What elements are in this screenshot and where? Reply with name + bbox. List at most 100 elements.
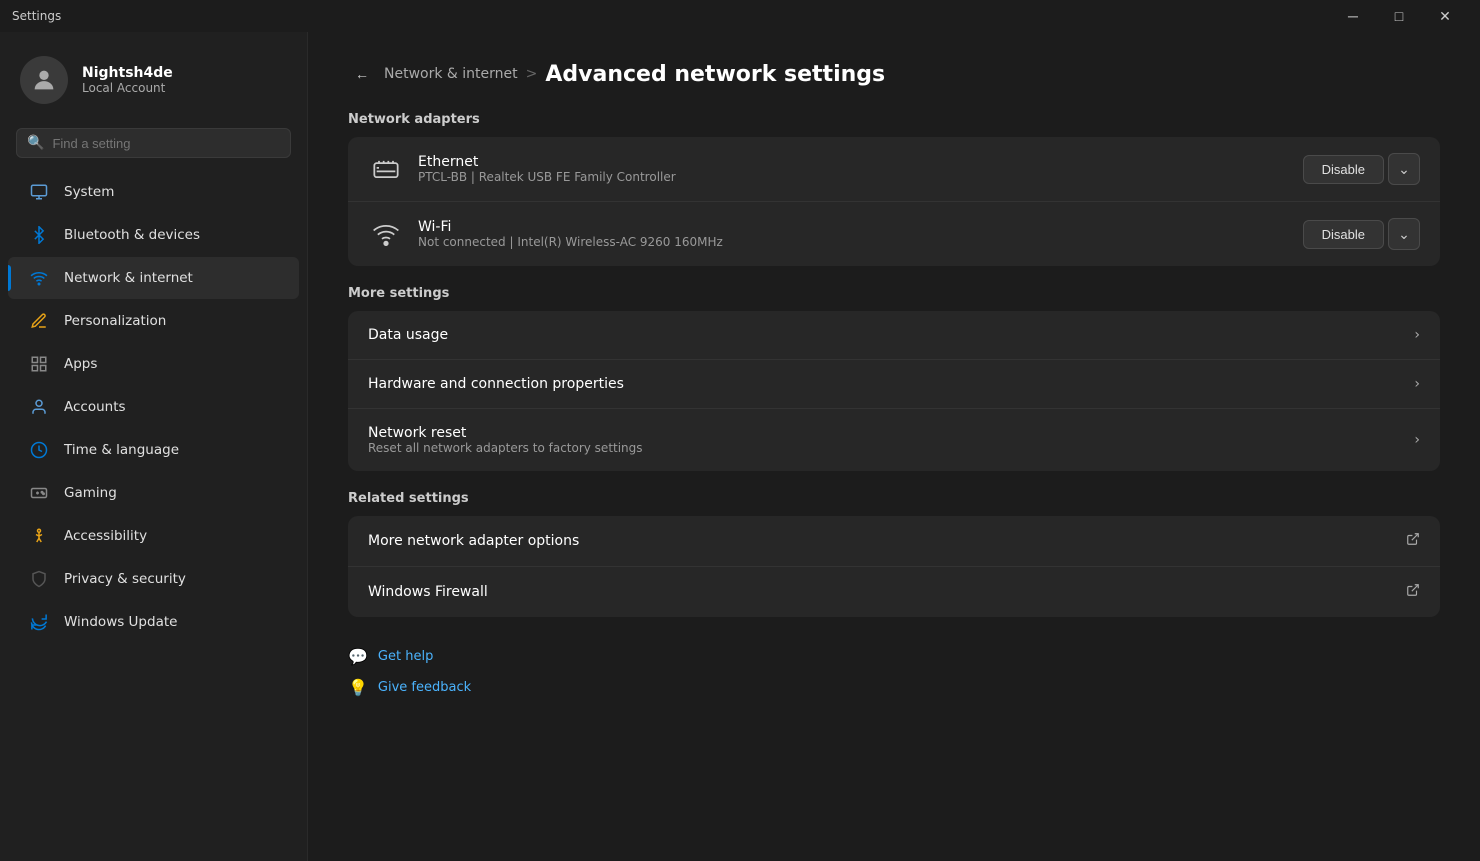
give-feedback-label: Give feedback bbox=[378, 680, 471, 695]
sidebar-item-label-bluetooth: Bluetooth & devices bbox=[64, 227, 200, 243]
breadcrumb-separator: > bbox=[526, 66, 538, 82]
sidebar-item-label-network: Network & internet bbox=[64, 270, 193, 286]
wifi-disable-button[interactable]: Disable bbox=[1303, 220, 1384, 249]
sidebar-item-label-gaming: Gaming bbox=[64, 485, 117, 501]
adapter-row-wifi: Wi-FiNot connected | Intel(R) Wireless-A… bbox=[348, 202, 1440, 266]
sidebar-item-personalization[interactable]: Personalization bbox=[8, 300, 299, 342]
feedback-icon: 💡 bbox=[348, 678, 368, 697]
get-help-label: Get help bbox=[378, 649, 433, 664]
title-bar: Settings ─ □ ✕ bbox=[0, 0, 1480, 32]
main-content: ← Network & internet > Advanced network … bbox=[308, 32, 1480, 861]
ethernet-desc: PTCL-BB | Realtek USB FE Family Controll… bbox=[418, 170, 1303, 184]
settings-row-data-usage[interactable]: Data usage› bbox=[348, 311, 1440, 360]
more-settings-card: Data usage›Hardware and connection prope… bbox=[348, 311, 1440, 471]
sidebar-item-label-personalization: Personalization bbox=[64, 313, 166, 329]
sidebar-item-privacy[interactable]: Privacy & security bbox=[8, 558, 299, 600]
page-title: Advanced network settings bbox=[545, 62, 885, 87]
data-usage-info: Data usage bbox=[368, 327, 1414, 343]
help-icon: 💬 bbox=[348, 647, 368, 666]
settings-row-hardware[interactable]: Hardware and connection properties› bbox=[348, 360, 1440, 409]
more-settings-label: More settings bbox=[348, 286, 1440, 301]
network-reset-arrow-icon: › bbox=[1414, 432, 1420, 448]
avatar bbox=[20, 56, 68, 104]
ethernet-name: Ethernet bbox=[418, 154, 1303, 170]
user-name: Nightsh4de bbox=[82, 65, 173, 81]
close-button[interactable]: ✕ bbox=[1422, 0, 1468, 32]
sidebar-item-apps[interactable]: Apps bbox=[8, 343, 299, 385]
title-bar-controls: ─ □ ✕ bbox=[1330, 0, 1468, 32]
sidebar-item-label-accessibility: Accessibility bbox=[64, 528, 147, 544]
sidebar-item-label-privacy: Privacy & security bbox=[64, 571, 186, 587]
wifi-expand-button[interactable]: ⌄ bbox=[1388, 218, 1420, 250]
wifi-icon bbox=[368, 216, 404, 252]
get-help-link[interactable]: 💬 Get help bbox=[348, 647, 1440, 666]
firewall-external-icon bbox=[1406, 583, 1420, 601]
user-info: Nightsh4de Local Account bbox=[82, 65, 173, 95]
wifi-desc: Not connected | Intel(R) Wireless-AC 926… bbox=[418, 235, 1303, 249]
sidebar-item-label-windows-update: Windows Update bbox=[64, 614, 177, 630]
accounts-icon bbox=[28, 396, 50, 418]
settings-row-network-reset[interactable]: Network resetReset all network adapters … bbox=[348, 409, 1440, 471]
back-button[interactable]: ← bbox=[348, 60, 376, 88]
data-usage-title: Data usage bbox=[368, 327, 1414, 343]
personalization-icon bbox=[28, 310, 50, 332]
sidebar-item-windows-update[interactable]: Windows Update bbox=[8, 601, 299, 643]
user-profile[interactable]: Nightsh4de Local Account bbox=[0, 32, 307, 124]
sidebar: Nightsh4de Local Account 🔍 System Bluetoo… bbox=[0, 32, 308, 861]
search-icon: 🔍 bbox=[27, 135, 44, 151]
give-feedback-link[interactable]: 💡 Give feedback bbox=[348, 678, 1440, 697]
accessibility-icon bbox=[28, 525, 50, 547]
more-adapter-info: More network adapter options bbox=[368, 533, 1406, 549]
sidebar-item-gaming[interactable]: Gaming bbox=[8, 472, 299, 514]
sidebar-item-time[interactable]: Time & language bbox=[8, 429, 299, 471]
title-bar-title: Settings bbox=[12, 9, 61, 23]
search-input[interactable] bbox=[52, 136, 280, 151]
apps-icon bbox=[28, 353, 50, 375]
network-reset-title: Network reset bbox=[368, 425, 1414, 441]
privacy-icon bbox=[28, 568, 50, 590]
minimize-button[interactable]: ─ bbox=[1330, 0, 1376, 32]
ethernet-icon bbox=[368, 151, 404, 187]
related-row-firewall[interactable]: Windows Firewall bbox=[348, 567, 1440, 617]
ethernet-disable-button[interactable]: Disable bbox=[1303, 155, 1384, 184]
wifi-controls: Disable⌄ bbox=[1303, 218, 1420, 250]
network-reset-info: Network resetReset all network adapters … bbox=[368, 425, 1414, 455]
firewall-info: Windows Firewall bbox=[368, 584, 1406, 600]
breadcrumb: ← Network & internet > Advanced network … bbox=[348, 60, 1440, 88]
wifi-info: Wi-FiNot connected | Intel(R) Wireless-A… bbox=[418, 219, 1303, 249]
network-icon bbox=[28, 267, 50, 289]
data-usage-arrow-icon: › bbox=[1414, 327, 1420, 343]
sidebar-item-network[interactable]: Network & internet bbox=[8, 257, 299, 299]
sidebar-item-accessibility[interactable]: Accessibility bbox=[8, 515, 299, 557]
search-box[interactable]: 🔍 bbox=[16, 128, 291, 158]
sidebar-item-label-apps: Apps bbox=[64, 356, 97, 372]
more-adapter-title: More network adapter options bbox=[368, 533, 1406, 549]
network-reset-desc: Reset all network adapters to factory se… bbox=[368, 441, 1414, 455]
hardware-info: Hardware and connection properties bbox=[368, 376, 1414, 392]
ethernet-controls: Disable⌄ bbox=[1303, 153, 1420, 185]
sidebar-item-accounts[interactable]: Accounts bbox=[8, 386, 299, 428]
maximize-button[interactable]: □ bbox=[1376, 0, 1422, 32]
hardware-arrow-icon: › bbox=[1414, 376, 1420, 392]
related-settings-card: More network adapter options Windows Fire… bbox=[348, 516, 1440, 617]
windows-update-icon bbox=[28, 611, 50, 633]
related-row-more-adapter[interactable]: More network adapter options bbox=[348, 516, 1440, 567]
sidebar-nav: System Bluetooth & devices Network & inter… bbox=[0, 170, 307, 644]
user-type: Local Account bbox=[82, 81, 173, 95]
breadcrumb-link[interactable]: Network & internet bbox=[384, 66, 518, 82]
app-container: Nightsh4de Local Account 🔍 System Bluetoo… bbox=[0, 32, 1480, 861]
system-icon bbox=[28, 181, 50, 203]
wifi-name: Wi-Fi bbox=[418, 219, 1303, 235]
sidebar-item-system[interactable]: System bbox=[8, 171, 299, 213]
network-adapters-card: EthernetPTCL-BB | Realtek USB FE Family … bbox=[348, 137, 1440, 266]
footer-links: 💬 Get help 💡 Give feedback bbox=[348, 647, 1440, 697]
ethernet-expand-button[interactable]: ⌄ bbox=[1388, 153, 1420, 185]
sidebar-item-bluetooth[interactable]: Bluetooth & devices bbox=[8, 214, 299, 256]
gaming-icon bbox=[28, 482, 50, 504]
adapter-row-ethernet: EthernetPTCL-BB | Realtek USB FE Family … bbox=[348, 137, 1440, 202]
ethernet-info: EthernetPTCL-BB | Realtek USB FE Family … bbox=[418, 154, 1303, 184]
network-adapters-label: Network adapters bbox=[348, 112, 1440, 127]
hardware-title: Hardware and connection properties bbox=[368, 376, 1414, 392]
related-settings-label: Related settings bbox=[348, 491, 1440, 506]
sidebar-item-label-time: Time & language bbox=[64, 442, 179, 458]
